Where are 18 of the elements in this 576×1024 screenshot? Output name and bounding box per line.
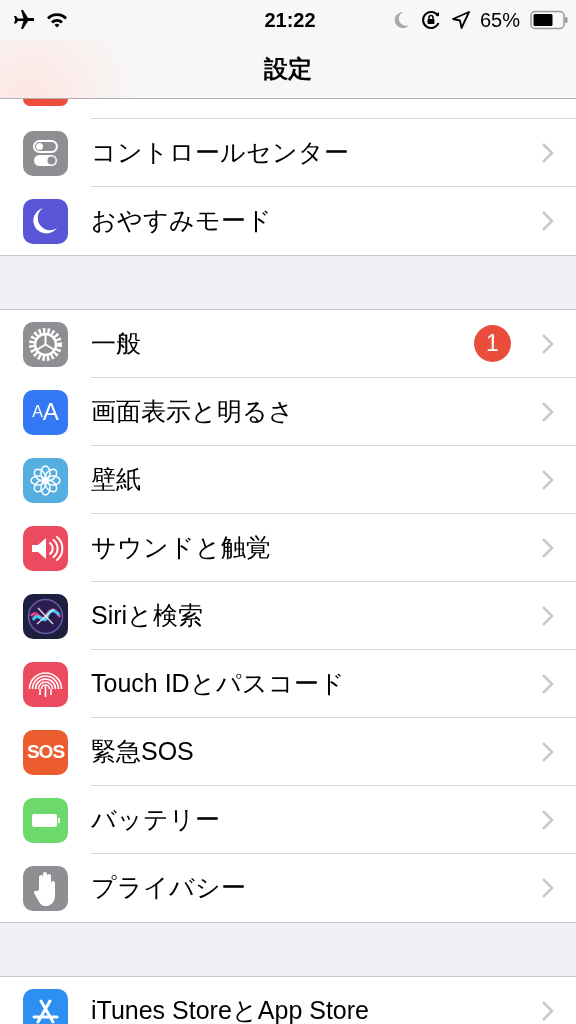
setting-label: 緊急SOS <box>91 737 195 766</box>
battery-percentage: 65% <box>479 8 520 32</box>
setting-label: 壁紙 <box>91 465 142 494</box>
notification-badge: 1 <box>474 325 511 362</box>
setting-label: プライバシー <box>91 874 247 902</box>
clock-time: 21:22 <box>264 8 316 32</box>
setting-label: サウンドと触覚 <box>91 533 272 562</box>
setting-label: おやすみモード <box>91 207 273 235</box>
setting-label: 画面表示と明るさ <box>91 397 295 426</box>
text-size-icon: AA <box>23 389 68 435</box>
setting-label: 一般 <box>91 329 142 358</box>
page-title: 設定 <box>264 54 312 84</box>
setting-label: Siriと検索 <box>91 601 205 630</box>
sos-icon: SOS <box>23 729 68 775</box>
setting-label: バッテリー <box>91 805 221 834</box>
setting-label: コントロールセンター <box>91 138 350 167</box>
setting-label: Touch IDとパスコード <box>91 669 346 698</box>
setting-label: iTunes StoreとApp Store <box>91 997 370 1024</box>
